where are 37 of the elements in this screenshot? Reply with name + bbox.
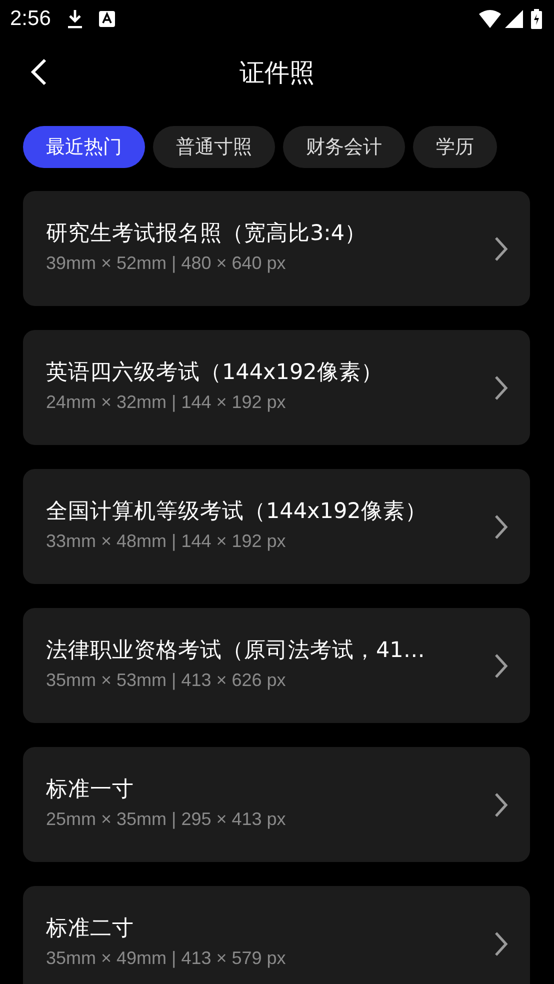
chevron-right-icon (494, 374, 508, 400)
category-tab[interactable]: 学历 (413, 126, 497, 168)
photo-size-card[interactable]: 全国计算机等级考试（144x192像素） 33mm × 48mm | 144 × 192 px (23, 469, 530, 584)
size-title: 法律职业资格考试（原司法考试，41… (46, 637, 426, 665)
size-title: 全国计算机等级考试（144x192像素） (46, 498, 428, 526)
category-tab[interactable]: 财务会计 (283, 126, 405, 168)
size-dimensions: 35mm × 53mm | 413 × 626 px (46, 668, 287, 692)
chevron-right-icon (494, 792, 508, 818)
wifi-icon (479, 10, 501, 28)
size-title: 标准一寸 (46, 776, 135, 804)
page-title: 证件照 (240, 57, 314, 90)
photo-size-card[interactable]: 研究生考试报名照（宽高比3:4） 39mm × 52mm | 480 × 640 px (23, 191, 530, 306)
photo-size-card[interactable]: 标准一寸 25mm × 35mm | 295 × 413 px (23, 747, 530, 862)
chevron-right-icon (494, 236, 508, 262)
photo-size-card[interactable]: 英语四六级考试（144x192像素） 24mm × 32mm | 144 × 192 px (23, 330, 530, 445)
battery-icon (531, 9, 542, 29)
category-tab[interactable]: 普通寸照 (153, 126, 275, 168)
size-title: 标准二寸 (46, 915, 135, 943)
size-title: 英语四六级考试（144x192像素） (46, 359, 384, 387)
chevron-right-icon (494, 514, 508, 540)
back-button[interactable] (30, 58, 48, 86)
back-icon (30, 58, 48, 86)
status-time: 2:56 (10, 6, 51, 32)
chevron-right-icon (494, 930, 508, 956)
size-dimensions: 35mm × 49mm | 413 × 579 px (46, 946, 287, 970)
size-title: 研究生考试报名照（宽高比3:4） (46, 220, 368, 248)
signal-icon (505, 10, 523, 28)
chevron-right-icon (494, 652, 508, 678)
size-dimensions: 39mm × 52mm | 480 × 640 px (46, 252, 287, 275)
download-icon (66, 9, 83, 29)
size-dimensions: 25mm × 35mm | 295 × 413 px (46, 808, 287, 831)
photo-size-card[interactable]: 法律职业资格考试（原司法考试，41… 35mm × 53mm | 413 × 626 px (23, 608, 530, 723)
app-notification-icon (98, 11, 115, 27)
category-tab[interactable]: 最近热门 (23, 126, 145, 168)
size-dimensions: 24mm × 32mm | 144 × 192 px (46, 390, 287, 414)
photo-size-card[interactable]: 标准二寸 35mm × 49mm | 413 × 579 px (23, 886, 530, 984)
size-dimensions: 33mm × 48mm | 144 × 192 px (46, 530, 287, 553)
